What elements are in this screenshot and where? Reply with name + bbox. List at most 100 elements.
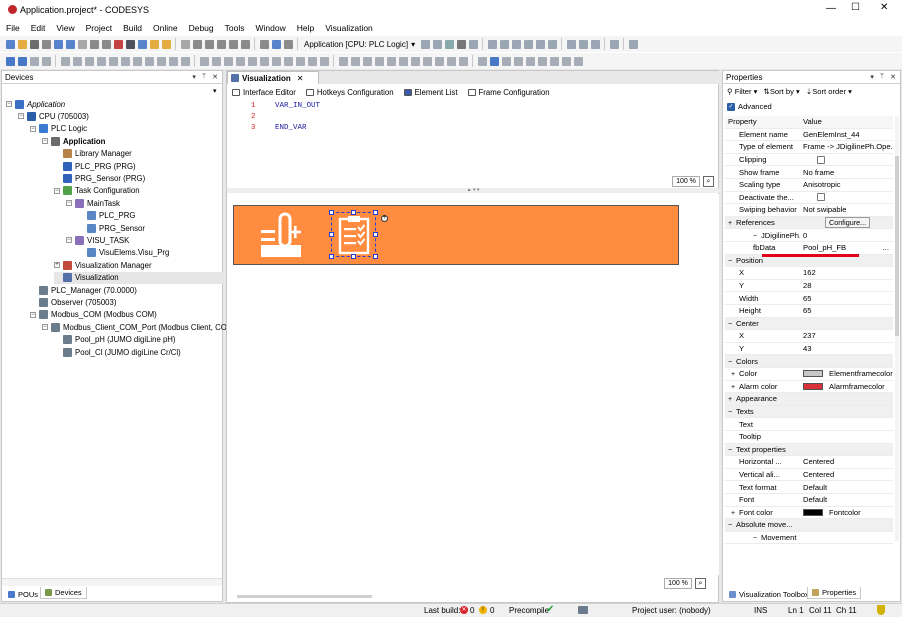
menu-debug[interactable]: Debug <box>189 23 214 33</box>
tree-item[interactable]: PRG_Sensor (PRG) <box>54 172 145 184</box>
pin-icon[interactable]: ᛘ <box>880 73 884 81</box>
expand-toggle-icon[interactable]: − <box>753 535 761 542</box>
maximize-button[interactable]: ☐ <box>851 2 860 13</box>
visu-tool-icon[interactable] <box>180 56 190 66</box>
property-value[interactable]: 162 <box>800 268 893 277</box>
property-row[interactable]: Width 65 <box>725 292 893 305</box>
visu-tool-icon[interactable] <box>211 56 221 66</box>
visu-tool-icon[interactable] <box>283 56 293 66</box>
property-row[interactable]: Clipping <box>725 154 893 167</box>
find-icon[interactable] <box>125 39 135 49</box>
visu-tool-icon[interactable] <box>132 56 142 66</box>
property-row[interactable]: Y 43 <box>725 343 893 356</box>
replace-icon[interactable] <box>137 39 147 49</box>
property-value[interactable]: Centered <box>800 470 893 479</box>
visu-tool-icon[interactable] <box>223 56 233 66</box>
visu-tool-icon[interactable] <box>72 56 82 66</box>
property-value[interactable]: 0 <box>800 231 893 240</box>
property-value[interactable]: GenElemInst_44 <box>800 130 893 139</box>
reset-icon[interactable] <box>468 39 478 49</box>
configure-button[interactable]: Configure... <box>825 217 871 229</box>
property-value[interactable]: Default <box>800 483 893 492</box>
code-line[interactable]: END_VAR <box>275 124 307 132</box>
color-swatch[interactable] <box>803 382 823 390</box>
panel-menu-icon[interactable]: ▾ <box>870 73 874 81</box>
expand-toggle-icon[interactable]: − <box>42 324 48 331</box>
panel-close-icon[interactable]: ✕ <box>890 73 896 81</box>
expand-toggle-icon[interactable]: + <box>731 510 739 517</box>
tab-devices[interactable]: Devices <box>40 587 87 599</box>
tree-item[interactable]: Observer (705003) <box>30 296 116 308</box>
application-selector[interactable]: Application [CPU: PLC Logic] <box>304 40 408 49</box>
editor-horizontal-scrollbar[interactable] <box>237 595 372 598</box>
property-row[interactable]: Vertical ali... Centered <box>725 469 893 482</box>
visu-tool-icon[interactable] <box>29 56 39 66</box>
resize-handle-se[interactable] <box>373 254 378 259</box>
property-value[interactable]: Default <box>800 495 893 504</box>
visu-tool-icon[interactable] <box>549 56 559 66</box>
property-row[interactable]: Tooltip <box>725 431 893 444</box>
property-row[interactable]: Font Default <box>725 494 893 507</box>
show-current-icon[interactable] <box>547 39 557 49</box>
check-icon[interactable] <box>628 39 638 49</box>
application-dropdown-icon[interactable]: ▾ <box>411 40 415 49</box>
property-row[interactable]: + References Configure... <box>725 216 893 230</box>
property-row[interactable]: Height 65 <box>725 305 893 318</box>
property-value[interactable]: Pool_pH_FB... <box>800 243 893 252</box>
property-value[interactable]: 237 <box>800 331 893 340</box>
subtab-interface-editor[interactable]: Interface Editor <box>227 88 301 97</box>
menu-window[interactable]: Window <box>256 23 286 33</box>
tab-properties[interactable]: Properties <box>807 587 862 599</box>
unforce-icon[interactable] <box>590 39 600 49</box>
property-row[interactable]: Show frame No frame <box>725 166 893 179</box>
network-icon[interactable] <box>578 606 588 614</box>
tree-item[interactable]: + Visualization Manager <box>54 259 152 271</box>
tab-pous[interactable]: POUs <box>4 588 42 600</box>
compile-icon[interactable] <box>271 39 281 49</box>
expand-toggle-icon[interactable]: − <box>66 200 72 207</box>
visu-tool-icon[interactable] <box>259 56 269 66</box>
rotate-handle-icon[interactable]: + <box>381 215 388 222</box>
visu-tool-icon[interactable] <box>458 56 468 66</box>
splitter[interactable]: ▲ ▾ ▾ <box>227 188 719 193</box>
tree-item[interactable]: VisuElems.Visu_Prg <box>78 247 169 259</box>
visu-tool-icon[interactable] <box>398 56 408 66</box>
property-row[interactable]: − Absolute move... <box>725 519 893 532</box>
visu-tool-icon[interactable] <box>561 56 571 66</box>
visu-tool-icon[interactable] <box>410 56 420 66</box>
zoom-icon-bottom[interactable]: ⌕ <box>695 578 706 589</box>
expand-toggle-icon[interactable]: − <box>30 125 36 132</box>
tab-visualization-toolbox[interactable]: Visualization Toolbox <box>725 588 813 600</box>
visu-tool-icon[interactable] <box>144 56 154 66</box>
tree-item[interactable]: − VISU_TASK <box>66 234 129 246</box>
expand-toggle-icon[interactable]: − <box>6 101 12 107</box>
add-object-icon[interactable] <box>228 39 238 49</box>
new-file-icon[interactable] <box>5 39 15 49</box>
visu-tool-icon[interactable] <box>434 56 444 66</box>
property-value[interactable] <box>800 193 893 202</box>
code-line[interactable]: VAR_IN_OUT <box>275 102 320 110</box>
start-icon[interactable] <box>444 39 454 49</box>
property-row[interactable]: X 162 <box>725 267 893 280</box>
resize-handle-s[interactable] <box>351 254 356 259</box>
resize-handle-nw[interactable] <box>329 210 334 215</box>
tree-item[interactable]: − Task Configuration <box>54 185 140 197</box>
visu-tool-icon[interactable] <box>295 56 305 66</box>
menu-view[interactable]: View <box>56 23 74 33</box>
tree-item[interactable]: PLC_Manager (70.0000) <box>30 284 137 296</box>
property-row[interactable]: Swiping behavior Not swipable <box>725 204 893 217</box>
tree-item[interactable]: Visualization <box>54 271 224 284</box>
bookmark-icon[interactable] <box>149 39 159 49</box>
sort-by-button[interactable]: ⇅Sort by ▾ <box>763 87 799 96</box>
property-checkbox[interactable] <box>817 155 825 164</box>
advanced-toggle[interactable]: ✓ Advanced <box>727 102 772 111</box>
generate-icon[interactable] <box>283 39 293 49</box>
color-swatch[interactable] <box>803 370 823 378</box>
property-value[interactable]: No frame <box>800 168 893 177</box>
cut-icon[interactable] <box>77 39 87 49</box>
property-value[interactable]: Configure... <box>800 217 893 229</box>
menu-online[interactable]: Online <box>153 23 178 33</box>
set-next-icon[interactable] <box>535 39 545 49</box>
tree-item[interactable]: − Application <box>6 98 65 110</box>
zoom-level-bottom[interactable]: 100 % <box>664 578 692 589</box>
